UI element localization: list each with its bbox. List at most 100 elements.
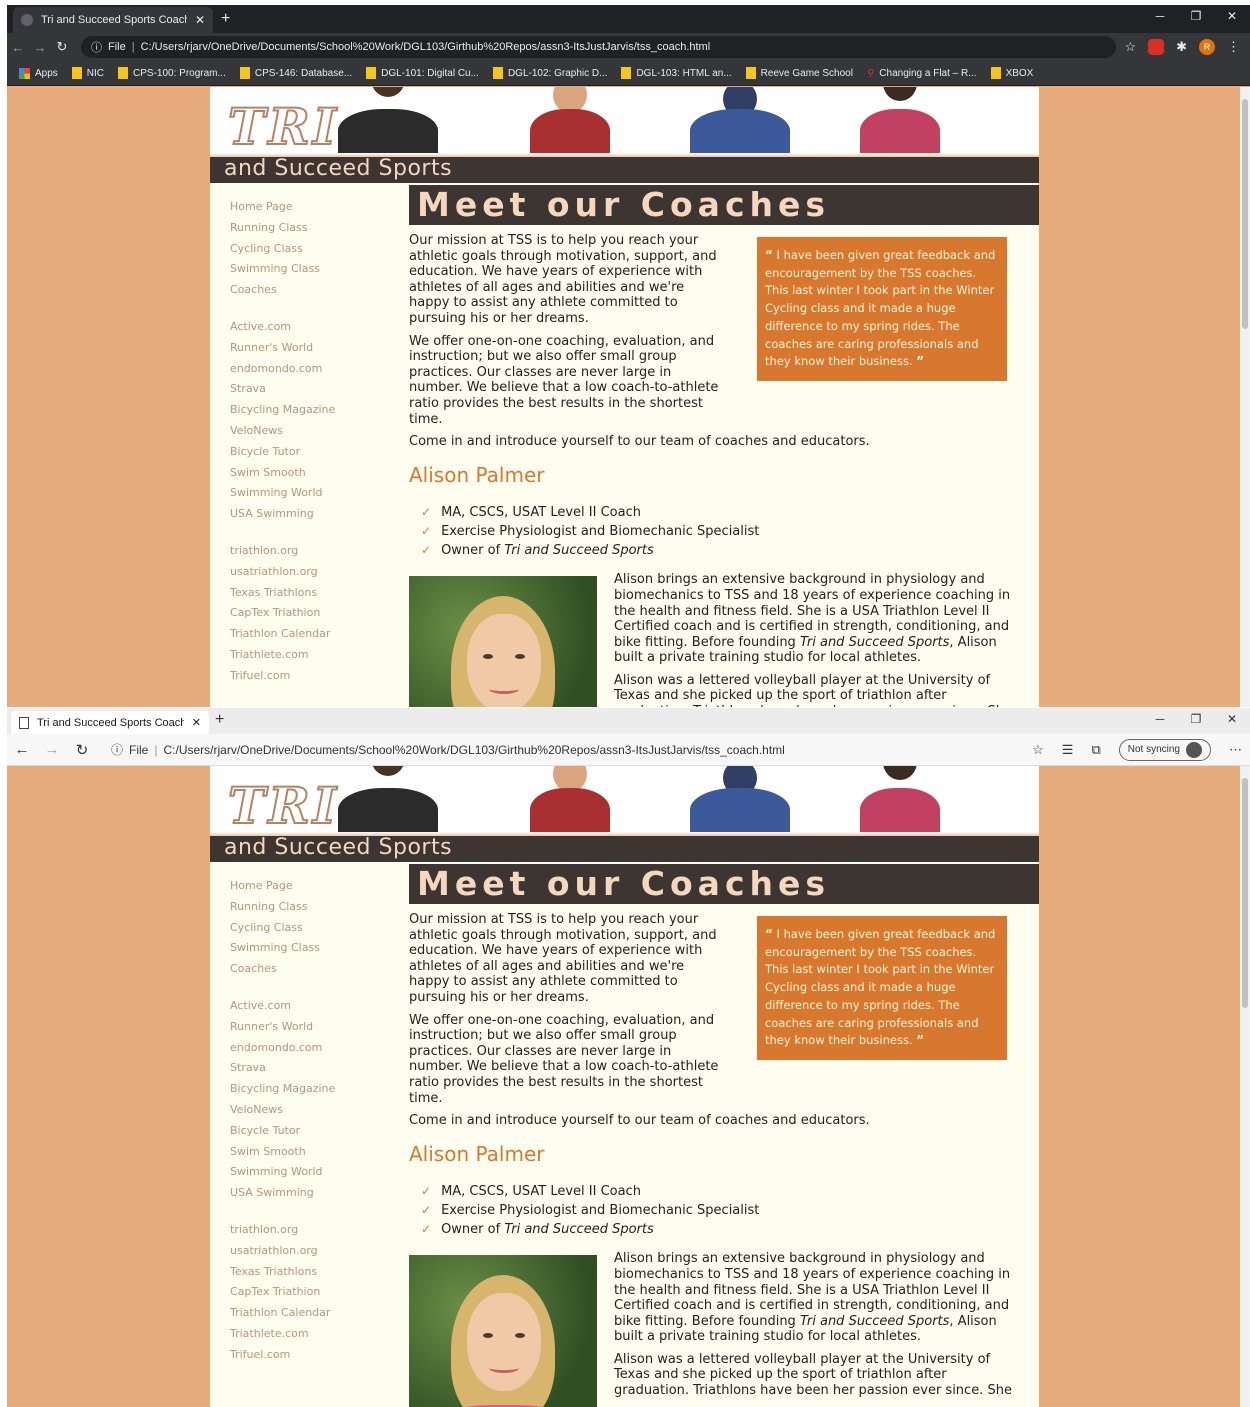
sidebar-link[interactable]: Texas Triathlons: [230, 1262, 390, 1283]
sidebar-link[interactable]: Swimming World: [230, 483, 390, 504]
chrome-tab[interactable]: Tri and Succeed Sports Coaches ✕: [13, 7, 213, 33]
sidebar-link[interactable]: usatriathlon.org: [230, 562, 390, 583]
url-text[interactable]: C:/Users/rjarv/OneDrive/Documents/School…: [141, 41, 711, 53]
address-bar[interactable]: ⓘ File | C:/Users/rjarv/OneDrive/Documen…: [103, 738, 1026, 762]
site-logo[interactable]: TRI: [227, 96, 339, 157]
bookmark-item[interactable]: NIC: [71, 67, 104, 79]
sidebar-link[interactable]: Runner's World: [230, 338, 390, 359]
forward-icon[interactable]: →: [29, 40, 51, 55]
sidebar-link[interactable]: Swim Smooth: [230, 1142, 390, 1163]
scrollbar[interactable]: [1240, 87, 1250, 707]
edge-tab[interactable]: Tri and Succeed Sports Coaches ✕: [11, 711, 209, 734]
sidebar-link[interactable]: Cycling Class: [230, 918, 390, 939]
scrollbar-thumb[interactable]: [1242, 778, 1248, 1008]
favorite-star-icon[interactable]: ☆: [1032, 742, 1044, 758]
minimize-icon[interactable]: ─: [1142, 712, 1178, 726]
sidebar-link[interactable]: Bicycling Magazine: [230, 400, 390, 421]
sidebar-link[interactable]: Trifuel.com: [230, 666, 390, 687]
sidebar-link[interactable]: Running Class: [230, 897, 390, 918]
bookmark-item[interactable]: DGL-101: Digital Cu...: [366, 67, 479, 79]
sidebar-link[interactable]: USA Swimming: [230, 504, 390, 525]
bookmark-item[interactable]: DGL-102: Graphic D...: [492, 67, 607, 79]
sidebar-link[interactable]: Home Page: [230, 197, 390, 218]
sidebar-link[interactable]: Triathlete.com: [230, 1324, 390, 1345]
chrome-tab-bar: Tri and Succeed Sports Coaches ✕ + ─ ❐ ✕: [7, 5, 1250, 33]
open-quote-icon: “: [765, 248, 773, 262]
sidebar-link[interactable]: CapTex Triathion: [230, 603, 390, 624]
sidebar-link[interactable]: CapTex Triathion: [230, 1282, 390, 1303]
sidebar-link[interactable]: Running Class: [230, 218, 390, 239]
new-tab-button[interactable]: +: [215, 711, 224, 729]
site-logo[interactable]: TRI: [227, 775, 339, 836]
sidebar-link[interactable]: Swim Smooth: [230, 463, 390, 484]
sidebar-link[interactable]: triathlon.org: [230, 1220, 390, 1241]
reload-icon[interactable]: ↻: [51, 39, 73, 55]
puzzle-icon[interactable]: ✱: [1176, 39, 1187, 55]
sidebar-link[interactable]: Swimming Class: [230, 259, 390, 280]
bookmark-star-icon[interactable]: ☆: [1124, 39, 1136, 55]
sidebar-link[interactable]: Bicycle Tutor: [230, 442, 390, 463]
back-icon[interactable]: ←: [7, 741, 37, 758]
bookmark-item[interactable]: DGL-103: HTML an...: [621, 67, 732, 79]
sidebar-link[interactable]: Active.com: [230, 996, 390, 1017]
more-icon[interactable]: ⋯: [1229, 742, 1242, 758]
close-tab-icon[interactable]: ✕: [195, 13, 205, 27]
sidebar-link[interactable]: Triathlon Calendar: [230, 624, 390, 645]
extension-icon[interactable]: [1148, 39, 1165, 55]
sidebar-link[interactable]: Swimming Class: [230, 938, 390, 959]
scrollbar[interactable]: [1240, 766, 1250, 1407]
folder-icon: [366, 67, 377, 79]
sidebar-link[interactable]: Strava: [230, 1058, 390, 1079]
bookmark-item[interactable]: Apps: [19, 67, 58, 79]
bookmark-item[interactable]: Reeve Game School: [745, 67, 853, 79]
sidebar-link[interactable]: Trifuel.com: [230, 1345, 390, 1366]
close-window-icon[interactable]: ✕: [1214, 712, 1250, 726]
minimize-icon[interactable]: ─: [1142, 9, 1178, 23]
sidebar-link[interactable]: VeloNews: [230, 421, 390, 442]
sidebar-link[interactable]: Cycling Class: [230, 239, 390, 260]
menu-icon[interactable]: ⋮: [1227, 39, 1240, 55]
forward-icon[interactable]: →: [37, 741, 67, 758]
info-icon[interactable]: ⓘ: [91, 39, 102, 55]
sidebar-link[interactable]: Coaches: [230, 280, 390, 301]
bookmark-item[interactable]: XBOX: [990, 67, 1033, 79]
sidebar-link[interactable]: Coaches: [230, 959, 390, 980]
close-tab-icon[interactable]: ✕: [192, 716, 201, 729]
sidebar-link[interactable]: Texas Triathlons: [230, 583, 390, 604]
bookmark-item[interactable]: CPS-146: Database...: [239, 67, 352, 79]
url-text[interactable]: C:/Users/rjarv/OneDrive/Documents/School…: [163, 743, 784, 757]
scrollbar-thumb[interactable]: [1242, 99, 1248, 329]
sidebar-link[interactable]: Runner's World: [230, 1017, 390, 1038]
sidebar-link[interactable]: Swimming World: [230, 1162, 390, 1183]
info-icon[interactable]: ⓘ: [111, 741, 123, 758]
restore-icon[interactable]: ❐: [1178, 9, 1214, 23]
reload-icon[interactable]: ↻: [67, 741, 97, 759]
main-content: Meet our Coaches Our mission at TSS is t…: [409, 185, 1039, 707]
sidebar-link[interactable]: Bicycling Magazine: [230, 1079, 390, 1100]
address-bar[interactable]: ⓘ File | C:/Users/rjarv/OneDrive/Documen…: [81, 36, 1117, 58]
close-window-icon[interactable]: ✕: [1214, 9, 1250, 23]
restore-icon[interactable]: ❐: [1178, 712, 1214, 726]
sidebar-link[interactable]: triathlon.org: [230, 541, 390, 562]
bookmark-item[interactable]: ⚲ Changing a Flat – R...: [867, 68, 977, 79]
sidebar-link[interactable]: usatriathlon.org: [230, 1241, 390, 1262]
sidebar-link[interactable]: VeloNews: [230, 1100, 390, 1121]
bookmark-item[interactable]: CPS-100: Program...: [118, 67, 226, 79]
sidebar-link[interactable]: Bicycle Tutor: [230, 1121, 390, 1142]
sidebar-link[interactable]: Home Page: [230, 876, 390, 897]
sidebar-link[interactable]: endomondo.com: [230, 359, 390, 380]
sidebar-link[interactable]: Active.com: [230, 317, 390, 338]
list-item: ✓ MA, CSCS, USAT Level II Coach: [421, 1182, 1039, 1201]
sync-button[interactable]: Not syncing: [1118, 738, 1211, 761]
sidebar-link[interactable]: endomondo.com: [230, 1038, 390, 1059]
sidebar-link[interactable]: USA Swimming: [230, 1183, 390, 1204]
collections-icon[interactable]: ⧉: [1091, 742, 1100, 758]
sidebar-link[interactable]: Strava: [230, 379, 390, 400]
profile-avatar[interactable]: R: [1199, 39, 1215, 55]
sidebar-link[interactable]: Triathlete.com: [230, 645, 390, 666]
sidebar-link[interactable]: Triathlon Calendar: [230, 1303, 390, 1324]
new-tab-button[interactable]: +: [221, 10, 230, 28]
back-icon[interactable]: ←: [7, 40, 29, 55]
favorites-list-icon[interactable]: ☰: [1062, 742, 1074, 758]
